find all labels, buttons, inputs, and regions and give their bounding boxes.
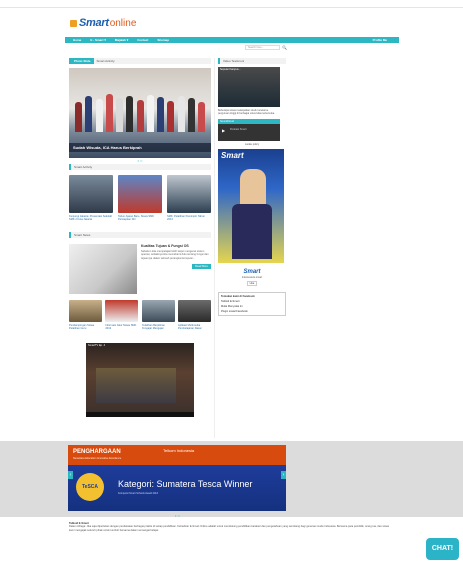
nav-majalah[interactable]: Majalah ▾ xyxy=(115,38,128,42)
soundcloud-track[interactable]: Podcast Smart xyxy=(230,128,246,131)
tab-photo-slide[interactable]: Photo Slide xyxy=(71,58,94,64)
activity-caption[interactable]: Tahun Ajaran Baru, Siswa SMK Persiapkan … xyxy=(118,215,162,228)
soundcloud-widget[interactable]: SoundCloud ▶ Podcast Smart xyxy=(218,119,280,142)
banner-subtitle: Nusantara Education Innovative Excellenc… xyxy=(73,457,122,460)
search-input[interactable]: Search here... xyxy=(245,45,280,50)
featured-news-title[interactable]: Kualitas Tujuan & Fungsi OS xyxy=(141,244,211,248)
fanpage-box: Smart Indonesia E-smart Like xyxy=(218,269,286,287)
nav-home[interactable]: Home xyxy=(73,38,81,42)
sidebar-video-player[interactable]: Seputar Kampus... xyxy=(218,67,280,107)
news-item[interactable]: Aplikasi Multimedia Pembelajaran Dasar xyxy=(177,300,211,337)
facebook-like-text: Mulai Menyukai Ini xyxy=(221,305,243,309)
award-banner[interactable]: PENGHARGAAN Telkom Indonesia Nusantara E… xyxy=(68,445,286,511)
soundcloud-header: SoundCloud xyxy=(218,119,280,125)
featured-news[interactable]: Kualitas Tujuan & Fungsi OS Sebelum kita… xyxy=(69,244,211,294)
site-logo[interactable]: Smart online xyxy=(70,16,136,30)
video-frame xyxy=(96,368,176,403)
activity-item[interactable]: Tahun Ajaran Baru, Siswa SMK Persiapkan … xyxy=(118,175,162,228)
chat-button[interactable]: CHAT! xyxy=(426,538,459,560)
activity-list: Kunjungi Jakarta: Presentasi Sekolah SMK… xyxy=(69,175,211,228)
logo-smart-text: Smart xyxy=(79,17,109,29)
banner-penghargaan: PENGHARGAAN xyxy=(73,449,121,455)
banner-next-icon[interactable]: › xyxy=(281,471,286,479)
activity-item[interactable]: Kunjungi Jakarta: Presentasi Sekolah SMK… xyxy=(69,175,113,228)
logo-mark-icon xyxy=(70,19,77,27)
news-item[interactable]: Pendampingan Siswa Pelatihan Guru xyxy=(69,300,102,337)
news-caption[interactable]: Pelatihan Berpikiran Pengajar Mengajar xyxy=(142,324,175,337)
read-more-button[interactable]: Read More xyxy=(192,264,211,270)
banner-kategori-sub: Kompetisi Smart Schools Award 2013 xyxy=(118,492,158,495)
activity-caption[interactable]: SMK: Pelatihan Pemimpin Tahun 2013 xyxy=(167,215,211,228)
nav-profile-link[interactable]: Profile Me xyxy=(373,38,387,42)
slide-caption[interactable]: Sudah Wisuda, ICA Harus Berkiprah xyxy=(69,143,211,152)
slider-tabs: Photo Slide Smart Activity xyxy=(69,58,211,64)
news-caption[interactable]: Informasi Jalur Siswa SMK 2013 xyxy=(105,324,138,337)
play-icon[interactable]: ▶ xyxy=(222,128,225,133)
video-title: SmartTV Ep. 4 xyxy=(88,344,106,347)
nav-esmart[interactable]: E - Smart ▾ xyxy=(90,38,106,42)
facebook-plugin-text: Plugin sosial Facebook xyxy=(221,310,248,314)
facebook-page-link[interactable]: Tabloid E-Smart xyxy=(221,300,283,303)
news-caption[interactable]: Aplikasi Multimedia Pembelajaran Dasar xyxy=(178,324,211,337)
tab-smart-activity[interactable]: Smart Activity xyxy=(94,58,118,64)
activity-caption[interactable]: Kunjungi Jakarta: Presentasi Sekolah SMK… xyxy=(69,215,113,228)
fanpage-logo[interactable]: Smart xyxy=(218,269,286,275)
slider-photo xyxy=(75,90,205,132)
news-section-title: Smart News xyxy=(69,232,211,238)
news-caption[interactable]: Pendampingan Siswa Pelatihan Guru xyxy=(69,324,102,337)
fanpage-name[interactable]: Indonesia E-smart xyxy=(218,276,286,279)
sidebar-video-caption: Beberapa siswa melanjutkan studi mereka … xyxy=(218,109,275,116)
video-testimoni-title: Video Testimoni xyxy=(218,58,286,64)
top-divider xyxy=(0,7,463,8)
main-column: Photo Slide Smart Activity Sudah Wisuda,… xyxy=(69,58,211,417)
banner-kategori: Kategori: Sumatera Tesca Winner xyxy=(118,479,253,489)
news-item[interactable]: Pelatihan Berpikiran Pengajar Mengajar xyxy=(141,300,175,337)
featured-news-excerpt: Sebelum kita mempelajari lebih lanjut me… xyxy=(141,250,209,260)
nav-sitemap[interactable]: Sitemap xyxy=(157,38,169,42)
activity-item[interactable]: SMK: Pelatihan Pemimpin Tahun 2013 xyxy=(167,175,211,228)
search-icon[interactable]: 🔍 xyxy=(282,45,287,50)
activity-section-title: Smart Activity xyxy=(69,164,211,170)
news-item[interactable]: Informasi Jalur Siswa SMK 2013 xyxy=(105,300,139,337)
banner-telkom: Telkom Indonesia xyxy=(163,448,195,453)
magazine-cover[interactable]: Smart xyxy=(218,149,284,264)
sidebar-video-overlay: Seputar Kampus... xyxy=(220,68,241,71)
photo-slider[interactable]: Sudah Wisuda, ICA Harus Berkiprah xyxy=(69,68,211,158)
facebook-widget-title: Temukan kami di Facebook xyxy=(221,295,255,299)
featured-news-image[interactable] xyxy=(69,244,137,294)
video-controls[interactable] xyxy=(86,412,194,417)
soundcloud-caption[interactable]: cookie policy xyxy=(218,143,286,146)
magazine-title: Smart xyxy=(221,151,244,161)
sidebar: Video Testimoni Seputar Kampus... Bebera… xyxy=(218,58,286,317)
video-player[interactable]: SmartTV Ep. 4 xyxy=(86,343,194,417)
tesca-badge: TeSCA xyxy=(76,473,104,501)
main-navbar: Home E - Smart ▾ Majalah ▾ Contact Sitem… xyxy=(65,37,399,43)
column-divider xyxy=(214,58,215,438)
logo-online-text: online xyxy=(109,17,137,29)
banner-prev-icon[interactable]: ‹ xyxy=(68,471,73,479)
banner-dots[interactable]: • ○ xyxy=(175,513,180,518)
sidebar-video[interactable]: Seputar Kampus... Beberapa siswa melanju… xyxy=(218,67,280,115)
like-button[interactable]: Like xyxy=(246,281,258,287)
facebook-widget: Temukan kami di Facebook Tabloid E-Smart… xyxy=(218,292,286,317)
nav-contact[interactable]: Contact xyxy=(137,38,148,42)
news-list: Pendampingan Siswa Pelatihan Guru Inform… xyxy=(69,300,211,337)
about-text: Dalam Ahlaga: Jika saja diperlukan denga… xyxy=(69,525,389,532)
about-section: Tabloid E-Smart Dalam Ahlaga: Jika saja … xyxy=(69,522,389,532)
